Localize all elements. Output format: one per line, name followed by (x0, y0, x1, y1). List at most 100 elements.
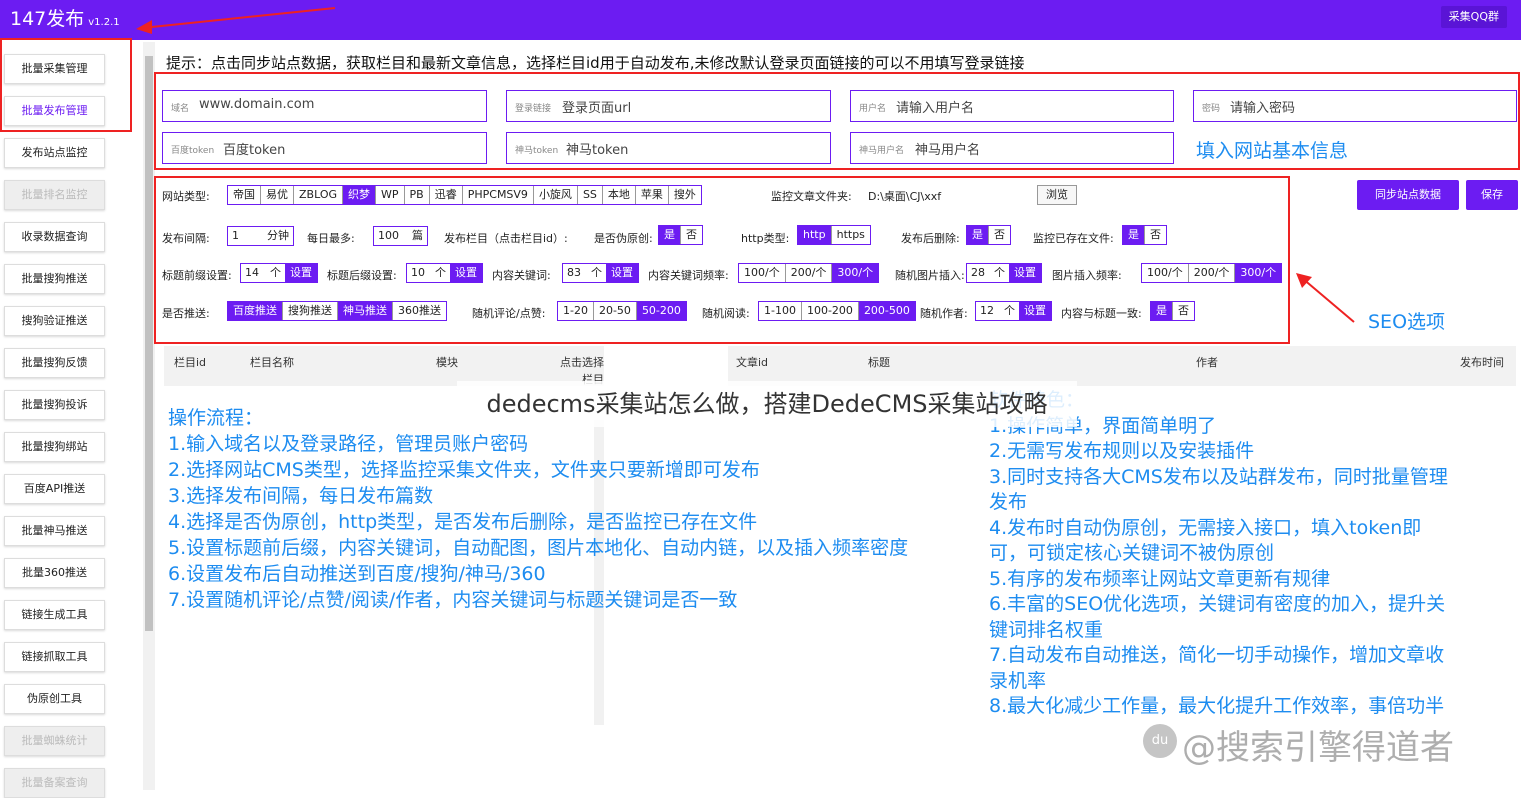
shenma-token-input[interactable]: 神马token神马token (506, 132, 831, 164)
daily-max-input[interactable]: 100篇 (373, 226, 428, 246)
consistent-toggle[interactable]: 是否 (1150, 301, 1195, 321)
article-time-header: 发布时间 (1460, 354, 1504, 370)
process-step: 2.选择网站CMS类型，选择监控采集文件夹，文件夹只要新增即可发布 (168, 457, 908, 483)
site-type-option[interactable]: 易优 (261, 186, 294, 204)
site-type-option[interactable]: 苹果 (636, 186, 669, 204)
red-arrow-icon (130, 4, 340, 34)
site-type-option[interactable]: 帝国 (228, 186, 261, 204)
comment-selector[interactable]: 1-2020-5050-200 (557, 301, 687, 321)
site-type-option[interactable]: PHPCMSV9 (463, 186, 534, 204)
sidebar-item[interactable]: 批量360推送 (4, 558, 105, 588)
title-prefix-label: 标题前缀设置: (162, 267, 232, 283)
save-button[interactable]: 保存 (1466, 180, 1518, 210)
feature-line: 键词排名权重 (989, 618, 1489, 644)
monitor-exists-toggle[interactable]: 是否 (1122, 225, 1167, 245)
overlay-title: dedecms采集站怎么做，搭建DedeCMS采集站攻略 (457, 381, 1077, 427)
site-type-option[interactable]: 迅睿 (430, 186, 463, 204)
interval-label: 发布间隔: (162, 230, 210, 246)
sidebar-item[interactable]: 批量搜狗绑站 (4, 432, 105, 462)
sidebar-item[interactable]: 发布站点监控 (4, 138, 105, 168)
password-input[interactable]: 密码请输入密码 (1193, 90, 1517, 122)
app-version: v1.2.1 (88, 17, 119, 28)
article-id-header: 文章id (736, 354, 768, 370)
col-select-header: 点击选择 (560, 354, 604, 370)
sidebar-item[interactable]: 批量搜狗反馈 (4, 348, 105, 378)
username-input[interactable]: 用户名请输入用户名 (850, 90, 1174, 122)
red-arrow-seo-icon (1292, 268, 1362, 328)
author-input[interactable]: 12个设置 (975, 301, 1052, 321)
sync-site-button[interactable]: 同步站点数据 (1357, 180, 1459, 210)
login-url-input[interactable]: 登录链接登录页面url (506, 90, 831, 122)
feature-line: 6.丰富的SEO优化选项，关键词有密度的加入，提升关 (989, 592, 1489, 618)
img-freq-label: 图片插入频率: (1052, 267, 1122, 283)
read-selector[interactable]: 1-100100-200200-500 (758, 301, 916, 321)
site-info-note: 填入网站基本信息 (1196, 136, 1348, 163)
article-title-header: 标题 (868, 354, 890, 370)
site-type-option[interactable]: SS (578, 186, 603, 204)
img-freq-selector[interactable]: 100/个200/个300/个 (1141, 263, 1282, 283)
site-type-option[interactable]: WP (376, 186, 405, 204)
site-type-option[interactable]: ZBLOG (294, 186, 343, 204)
http-toggle[interactable]: httphttps (797, 225, 871, 245)
app-title: 147发布v1.2.1 (10, 4, 120, 31)
site-type-option[interactable]: PB (405, 186, 430, 204)
delete-after-label: 发布后删除: (901, 230, 960, 246)
pseudo-label: 是否伪原创: (594, 230, 653, 246)
content-kw-label: 内容关键词: (492, 267, 551, 283)
sidebar-item[interactable]: 百度API推送 (4, 474, 105, 504)
title-suffix-input[interactable]: 10个设置 (406, 263, 483, 283)
watermark-logo-icon: du (1143, 724, 1177, 758)
watermark: @搜索引擎得道者 (1182, 720, 1454, 769)
content-kw-set-button[interactable]: 设置 (606, 264, 638, 282)
title-suffix-set-button[interactable]: 设置 (450, 264, 482, 282)
browse-button[interactable]: 浏览 (1037, 185, 1077, 205)
sidebar-item[interactable]: 批量搜狗推送 (4, 264, 105, 294)
interval-input[interactable]: 1分钟 (227, 226, 294, 246)
process-step: 6.设置发布后自动推送到百度/搜狗/神马/360 (168, 561, 908, 587)
monitor-exists-label: 监控已存在文件: (1033, 230, 1114, 246)
col-name-header: 栏目名称 (250, 354, 294, 370)
push-label: 是否推送: (162, 305, 210, 321)
shenma-user-input[interactable]: 神马用户名神马用户名 (850, 132, 1174, 164)
site-type-option[interactable]: 织梦 (343, 186, 376, 204)
delete-after-toggle[interactable]: 是否 (966, 225, 1011, 245)
feature-notes: 软件特色：1.操作简单，界面简单明了2.无需写发布规则以及安装插件3.同时支持各… (989, 388, 1489, 720)
sidebar-item[interactable]: 批量搜狗投诉 (4, 390, 105, 420)
site-type-selector: 帝国易优ZBLOG织梦WPPB迅睿PHPCMSV9小旋风SS本地苹果搜外 (227, 185, 702, 205)
article-author-header: 作者 (1196, 354, 1218, 370)
sidebar-item[interactable]: 收录数据查询 (4, 222, 105, 252)
rand-img-input[interactable]: 28个设置 (966, 263, 1042, 283)
sidebar-item: 批量备案查询 (4, 768, 105, 798)
process-step: 4.选择是否伪原创，http类型，是否发布后删除，是否监控已存在文件 (168, 509, 908, 535)
kw-freq-selector[interactable]: 100/个200/个300/个 (738, 263, 879, 283)
sidebar-item[interactable]: 链接抓取工具 (4, 642, 105, 672)
author-set-button[interactable]: 设置 (1019, 302, 1051, 320)
rand-img-set-button[interactable]: 设置 (1009, 264, 1041, 282)
baidu-token-input[interactable]: 百度token百度token (162, 132, 487, 164)
sidebar-item: 批量蜘蛛统计 (4, 726, 105, 756)
comment-label: 随机评论/点赞: (472, 305, 545, 321)
sidebar-item[interactable]: 伪原创工具 (4, 684, 105, 714)
sidebar-item[interactable]: 搜狗验证推送 (4, 306, 105, 336)
title-prefix-set-button[interactable]: 设置 (285, 264, 317, 282)
content-kw-input[interactable]: 83个设置 (562, 263, 639, 283)
feature-line: 2.无需写发布规则以及安装插件 (989, 439, 1489, 465)
push-selector[interactable]: 百度推送搜狗推送神马推送360推送 (227, 301, 447, 321)
scrollbar-thumb[interactable] (145, 56, 153, 631)
qq-group-button[interactable]: 采集QQ群 (1441, 6, 1507, 28)
feature-line: 3.同时支持各大CMS发布以及站群发布，同时批量管理 (989, 465, 1489, 491)
site-type-option[interactable]: 本地 (603, 186, 636, 204)
title-prefix-input[interactable]: 14个设置 (240, 263, 318, 283)
pseudo-toggle[interactable]: 是否 (658, 225, 703, 245)
feature-line: 可，可锁定核心关键词不被伪原创 (989, 541, 1489, 567)
monitor-folder-label: 监控文章文件夹: (771, 188, 852, 204)
domain-input[interactable]: 域名www.domain.com (162, 90, 487, 122)
feature-line: 7.自动发布自动推送，简化一切手动操作，增加文章收 (989, 643, 1489, 669)
site-type-option[interactable]: 小旋风 (534, 186, 578, 204)
sidebar-item[interactable]: 链接生成工具 (4, 600, 105, 630)
process-step: 5.设置标题前后缀，内容关键词，自动配图，图片本地化、自动内链，以及插入频率密度 (168, 535, 908, 561)
consistent-label: 内容与标题一致: (1061, 305, 1142, 321)
sidebar-item[interactable]: 批量神马推送 (4, 516, 105, 546)
sidebar: 批量采集管理批量发布管理发布站点监控批量排名监控收录数据查询批量搜狗推送搜狗验证… (0, 40, 140, 790)
site-type-option[interactable]: 搜外 (669, 186, 701, 204)
